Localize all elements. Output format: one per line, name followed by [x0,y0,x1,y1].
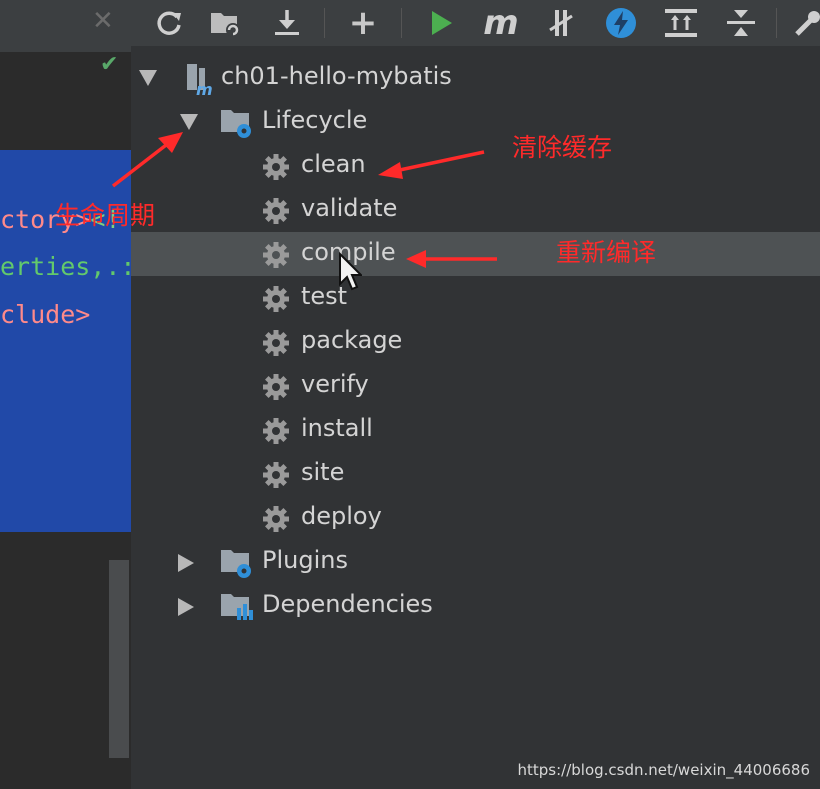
annotation-compile: 重新编译 [556,238,657,267]
arrow-clean [394,150,485,173]
annotation-arrows [111,132,497,268]
watermark-url: https://blog.csdn.net/weixin_44006686 [517,761,810,779]
arrow-lifecycle [111,140,172,188]
annotation-clean: 清除缓存 [512,133,613,162]
annotation-lifecycle: 生命周期 [55,201,156,230]
